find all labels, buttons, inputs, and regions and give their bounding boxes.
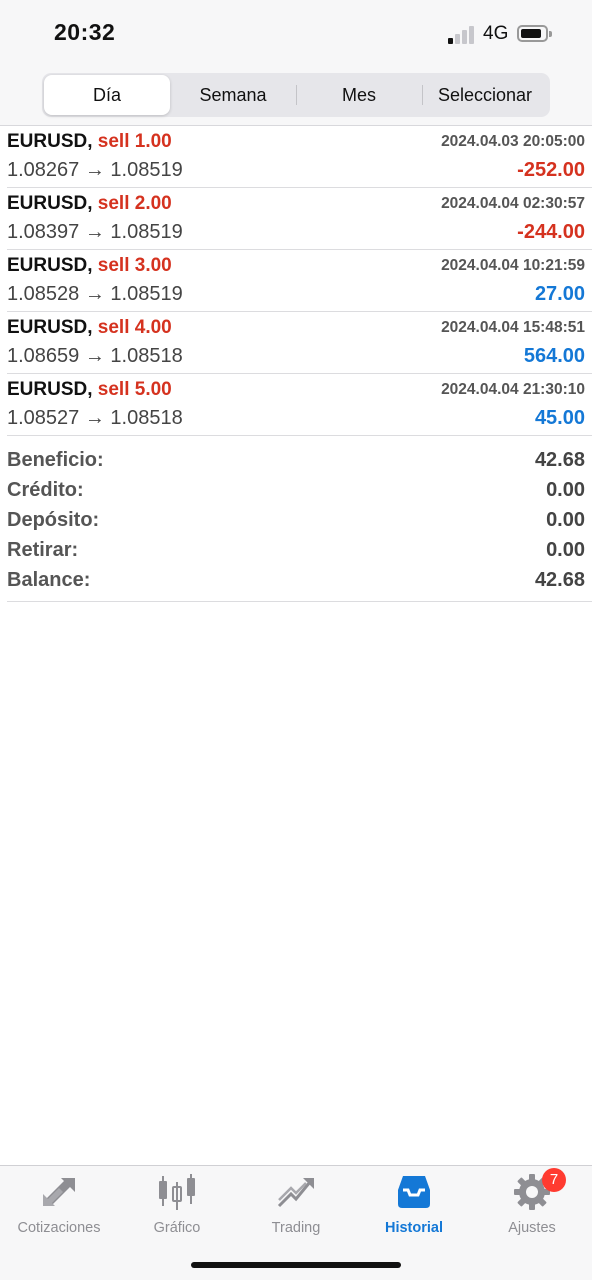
trade-side-volume: sell 3.00 <box>97 255 172 276</box>
trade-prices: 1.08528 → 1.08519 <box>7 283 183 305</box>
trade-side-volume: sell 5.00 <box>97 379 172 400</box>
tab-label: Ajustes <box>508 1220 556 1236</box>
trade-time: 2024.04.04 21:30:10 <box>441 381 585 398</box>
tab-label: Trading <box>271 1220 321 1236</box>
network-type: 4G <box>483 23 509 44</box>
period-segmented-control: Día Semana Mes Seleccionar <box>42 73 550 117</box>
summary-row-profit: Beneficio: 42.68 <box>7 445 585 475</box>
trade-time: 2024.04.04 10:21:59 <box>441 257 585 274</box>
summary-row-deposit: Depósito: 0.00 <box>7 505 585 535</box>
tab-history[interactable]: Historial <box>355 1172 473 1236</box>
quotes-arrows-icon <box>39 1172 79 1212</box>
home-indicator <box>191 1262 401 1268</box>
trade-row[interactable]: EURUSD, sell 4.00 2024.04.04 15:48:51 1.… <box>7 312 592 374</box>
trade-prices: 1.08397 → 1.08519 <box>7 221 183 243</box>
summary-label: Depósito: <box>7 508 100 531</box>
trade-row[interactable]: EURUSD, sell 1.00 2024.04.03 20:05:00 1.… <box>7 126 592 188</box>
tab-label: Cotizaciones <box>17 1220 101 1236</box>
trade-time: 2024.04.03 20:05:00 <box>441 133 585 150</box>
trade-time: 2024.04.04 02:30:57 <box>441 195 585 212</box>
summary-label: Retirar: <box>7 538 79 561</box>
trade-row[interactable]: EURUSD, sell 2.00 2024.04.04 02:30:57 1.… <box>7 188 592 250</box>
summary-divider <box>7 601 592 602</box>
trading-trend-icon <box>276 1172 316 1212</box>
trade-symbol: EURUSD, <box>7 255 93 276</box>
trade-symbol: EURUSD, <box>7 131 93 152</box>
history-inbox-icon <box>394 1172 434 1212</box>
status-time: 20:32 <box>54 19 116 45</box>
summary-label: Beneficio: <box>7 448 104 471</box>
account-summary: Beneficio: 42.68 Crédito: 0.00 Depósito: 0.… <box>7 445 585 595</box>
history-list: EURUSD, sell 1.00 2024.04.03 20:05:00 1.… <box>0 126 592 436</box>
tab-label: Gráfico <box>153 1220 201 1236</box>
summary-value: 0.00 <box>546 478 585 501</box>
status-bar: 20:32 4G <box>0 0 592 64</box>
tab-trading[interactable]: Trading <box>237 1172 355 1236</box>
summary-row-credit: Crédito: 0.00 <box>7 475 585 505</box>
period-header: Día Semana Mes Seleccionar <box>0 64 592 126</box>
summary-value: 0.00 <box>546 508 585 531</box>
summary-value: 42.68 <box>534 568 585 591</box>
gear-icon: 7 <box>512 1168 566 1212</box>
segment-select[interactable]: Seleccionar <box>422 75 548 115</box>
tab-quotes[interactable]: Cotizaciones <box>0 1172 118 1236</box>
summary-row-balance: Balance: 42.68 <box>7 565 585 595</box>
trade-side-volume: sell 4.00 <box>97 317 172 338</box>
trade-profit: 45.00 <box>534 407 585 429</box>
battery-icon <box>517 25 552 42</box>
summary-label: Balance: <box>7 568 91 591</box>
trade-side-volume: sell 2.00 <box>97 193 172 214</box>
summary-value: 42.68 <box>534 448 585 471</box>
cellular-signal-icon <box>448 26 476 44</box>
candlestick-chart-icon <box>157 1172 197 1212</box>
trade-symbol: EURUSD, <box>7 193 93 214</box>
tab-settings[interactable]: 7 Ajustes <box>473 1168 591 1236</box>
trade-time: 2024.04.04 15:48:51 <box>441 319 585 336</box>
trade-profit: 564.00 <box>523 345 585 367</box>
trade-profit: -244.00 <box>517 221 585 243</box>
summary-row-withdrawal: Retirar: 0.00 <box>7 535 585 565</box>
trade-row[interactable]: EURUSD, sell 3.00 2024.04.04 10:21:59 1.… <box>7 250 592 312</box>
tab-chart[interactable]: Gráfico <box>118 1172 236 1236</box>
trade-profit: -252.00 <box>517 159 585 181</box>
trade-prices: 1.08659 → 1.08518 <box>7 345 183 367</box>
tab-label: Historial <box>384 1220 443 1236</box>
trade-row[interactable]: EURUSD, sell 5.00 2024.04.04 21:30:10 1.… <box>7 374 592 436</box>
summary-value: 0.00 <box>546 538 585 561</box>
summary-label: Crédito: <box>7 478 84 501</box>
trade-profit: 27.00 <box>534 283 585 305</box>
segment-month[interactable]: Mes <box>296 75 422 115</box>
trade-symbol: EURUSD, <box>7 379 93 400</box>
trade-prices: 1.08527 → 1.08518 <box>7 407 183 429</box>
trade-prices: 1.08267 → 1.08519 <box>7 159 183 181</box>
segment-week[interactable]: Semana <box>170 75 296 115</box>
segment-day[interactable]: Día <box>44 75 170 115</box>
trade-side-volume: sell 1.00 <box>97 131 172 152</box>
trade-symbol: EURUSD, <box>7 317 93 338</box>
notification-badge: 7 <box>542 1168 566 1192</box>
